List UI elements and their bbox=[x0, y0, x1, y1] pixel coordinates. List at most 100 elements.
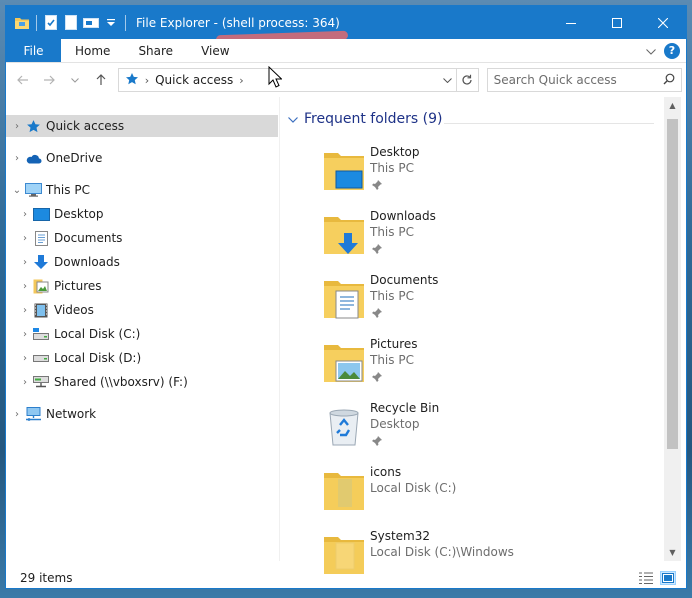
folder-tile-documents[interactable]: Documents This PC bbox=[322, 273, 642, 333]
expand-chevron-icon[interactable]: › bbox=[18, 209, 32, 220]
breadcrumb-location[interactable]: Quick access bbox=[155, 73, 233, 87]
content-pane: Frequent folders (9) Desktop This PC Dow… bbox=[284, 97, 662, 574]
folder-name: Pictures bbox=[370, 337, 418, 351]
sidebar-item-label: OneDrive bbox=[46, 151, 103, 165]
folder-name: Documents bbox=[370, 273, 439, 287]
back-button[interactable] bbox=[10, 68, 36, 92]
ribbon-tabs: File Home Share View ? bbox=[6, 39, 686, 63]
sidebar-item-desktop[interactable]: › Desktop bbox=[6, 203, 279, 225]
pin-icon bbox=[372, 307, 382, 318]
search-input[interactable] bbox=[493, 73, 664, 87]
expand-chevron-icon[interactable]: › bbox=[18, 233, 32, 244]
help-icon[interactable]: ? bbox=[664, 42, 680, 59]
expand-chevron-icon[interactable]: › bbox=[10, 409, 24, 420]
pictures-icon bbox=[32, 278, 50, 294]
sidebar-item-local-disk-d[interactable]: › Local Disk (D:) bbox=[6, 347, 279, 369]
details-view-icon[interactable] bbox=[638, 571, 654, 585]
folder-tile-pictures[interactable]: Pictures This PC bbox=[322, 337, 642, 397]
folder-location: This PC bbox=[370, 225, 414, 239]
up-button[interactable] bbox=[88, 68, 114, 92]
folder-location: This PC bbox=[370, 353, 414, 367]
expand-chevron-icon[interactable]: › bbox=[18, 257, 32, 268]
group-header[interactable]: Frequent folders (9) bbox=[288, 111, 443, 127]
sidebar-item-label: Downloads bbox=[54, 255, 120, 269]
expand-chevron-icon[interactable]: › bbox=[18, 305, 32, 316]
navigation-pane: › Quick access › OneDrive ⌄ This PC › De… bbox=[6, 97, 280, 561]
recent-locations-dropdown[interactable] bbox=[62, 68, 88, 92]
network-drive-icon bbox=[32, 374, 50, 390]
tab-view[interactable]: View bbox=[187, 39, 243, 62]
address-dropdown-icon[interactable] bbox=[440, 75, 456, 86]
sidebar-item-label: This PC bbox=[46, 183, 90, 197]
breadcrumb-chevron[interactable]: › bbox=[145, 74, 149, 87]
folder-icon bbox=[322, 467, 366, 513]
collapse-group-icon[interactable] bbox=[288, 113, 298, 126]
sidebar-item-pictures[interactable]: › Pictures bbox=[6, 275, 279, 297]
scroll-down-arrow-icon[interactable]: ▼ bbox=[664, 544, 681, 561]
quick-access-toolbar bbox=[6, 6, 130, 39]
tab-share[interactable]: Share bbox=[124, 39, 187, 62]
sidebar-item-label: Shared (\\vboxsrv) (F:) bbox=[54, 375, 188, 389]
expand-chevron-icon[interactable]: › bbox=[18, 377, 32, 388]
sidebar-item-downloads[interactable]: › Downloads bbox=[6, 251, 279, 273]
expand-chevron-icon[interactable]: › bbox=[18, 329, 32, 340]
folder-tile-desktop[interactable]: Desktop This PC bbox=[322, 145, 642, 205]
sidebar-item-local-disk-c[interactable]: › Local Disk (C:) bbox=[6, 323, 279, 345]
vertical-scrollbar[interactable]: ▲ ▼ bbox=[664, 97, 681, 561]
videos-icon bbox=[32, 302, 50, 318]
collapse-chevron-icon[interactable]: ⌄ bbox=[10, 185, 24, 196]
sidebar-item-shared-drive-f[interactable]: › Shared (\\vboxsrv) (F:) bbox=[6, 371, 279, 393]
maximize-button[interactable] bbox=[594, 6, 640, 39]
expand-chevron-icon[interactable]: › bbox=[18, 353, 32, 364]
address-bar[interactable]: › Quick access › bbox=[117, 68, 457, 92]
large-icons-view-icon[interactable] bbox=[660, 571, 676, 585]
folder-name: System32 bbox=[370, 529, 431, 543]
expand-chevron-icon[interactable]: › bbox=[10, 153, 24, 164]
folder-tile-recycle-bin[interactable]: Recycle Bin Desktop bbox=[322, 401, 642, 461]
properties-icon[interactable] bbox=[41, 13, 61, 33]
downloads-icon bbox=[32, 254, 50, 270]
pin-icon bbox=[372, 179, 382, 190]
expand-chevron-icon[interactable]: › bbox=[18, 281, 32, 292]
tab-file[interactable]: File bbox=[6, 39, 61, 62]
cloud-icon bbox=[24, 150, 42, 166]
sidebar-item-quick-access[interactable]: › Quick access bbox=[6, 115, 278, 137]
ribbon-right-controls: ? bbox=[646, 39, 686, 62]
group-title: Frequent folders (9) bbox=[304, 111, 443, 127]
rename-icon[interactable] bbox=[81, 13, 101, 33]
folder-name: Recycle Bin bbox=[370, 401, 440, 415]
new-document-icon[interactable] bbox=[61, 13, 81, 33]
sidebar-item-label: Network bbox=[46, 407, 97, 421]
pictures-folder-icon bbox=[322, 339, 366, 385]
sidebar-item-this-pc[interactable]: ⌄ This PC bbox=[6, 179, 279, 201]
sidebar-item-network[interactable]: › Network bbox=[6, 403, 279, 425]
expand-ribbon-icon[interactable] bbox=[646, 44, 656, 58]
scroll-thumb[interactable] bbox=[667, 119, 678, 449]
sidebar-item-onedrive[interactable]: › OneDrive bbox=[6, 147, 279, 169]
folder-location: Local Disk (C:) bbox=[370, 481, 457, 495]
desktop-folder-icon bbox=[322, 147, 366, 193]
scroll-up-arrow-icon[interactable]: ▲ bbox=[664, 97, 681, 114]
documents-icon bbox=[32, 230, 50, 246]
folder-tile-downloads[interactable]: Downloads This PC bbox=[322, 209, 642, 269]
tab-home[interactable]: Home bbox=[61, 39, 124, 62]
star-icon bbox=[125, 72, 139, 89]
search-icon[interactable] bbox=[663, 73, 675, 88]
folder-tile-icons[interactable]: icons Local Disk (C:) bbox=[322, 465, 642, 525]
expand-chevron-icon[interactable]: › bbox=[10, 121, 24, 132]
minimize-button[interactable] bbox=[548, 6, 594, 39]
sidebar-item-videos[interactable]: › Videos bbox=[6, 299, 279, 321]
folder-app-icon[interactable] bbox=[12, 13, 32, 33]
network-icon bbox=[24, 406, 42, 422]
refresh-button[interactable] bbox=[456, 68, 479, 92]
customize-toolbar-dropdown-icon[interactable] bbox=[101, 13, 121, 33]
sidebar-item-documents[interactable]: › Documents bbox=[6, 227, 279, 249]
forward-button[interactable] bbox=[36, 68, 62, 92]
downloads-folder-icon bbox=[322, 211, 366, 257]
search-box[interactable] bbox=[486, 68, 683, 92]
breadcrumb-chevron[interactable]: › bbox=[239, 74, 243, 87]
toolbar-separator bbox=[36, 14, 37, 31]
documents-folder-icon bbox=[322, 275, 366, 321]
star-icon bbox=[24, 118, 42, 134]
close-button[interactable] bbox=[640, 6, 686, 39]
